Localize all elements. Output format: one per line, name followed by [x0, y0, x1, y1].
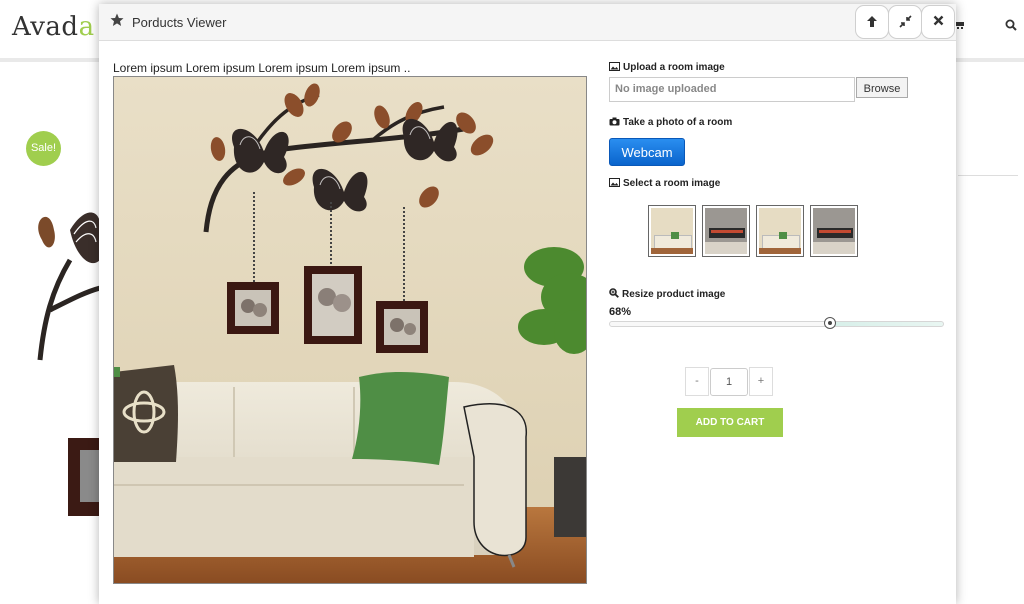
- move-up-button[interactable]: [855, 5, 889, 39]
- resize-slider-track[interactable]: [609, 321, 944, 327]
- resize-product-label: Resize product image: [609, 288, 725, 300]
- dialog-title: Porducts Viewer: [132, 15, 227, 30]
- add-to-cart-button[interactable]: ADD TO CART: [677, 408, 783, 437]
- divider: [958, 175, 1018, 176]
- room-scene: [114, 77, 586, 583]
- minimize-button[interactable]: [888, 5, 922, 39]
- image-icon: [609, 62, 620, 71]
- camera-icon: [609, 117, 620, 126]
- image-icon: [609, 178, 620, 187]
- quantity-input[interactable]: 1: [710, 368, 748, 396]
- room-thumbnail-4[interactable]: [810, 205, 858, 257]
- cart-icon[interactable]: [955, 18, 965, 34]
- search-icon[interactable]: [1005, 18, 1017, 34]
- close-button[interactable]: [921, 5, 955, 39]
- compress-icon: [898, 15, 912, 28]
- resize-value: 68%: [609, 306, 632, 318]
- room-thumbnail-1[interactable]: [648, 205, 696, 257]
- close-icon: [933, 15, 943, 26]
- browse-button[interactable]: Browse: [856, 77, 908, 98]
- room-preview[interactable]: [113, 76, 587, 584]
- dialog-titlebar[interactable]: Porducts Viewer: [99, 4, 956, 41]
- take-photo-label: Take a photo of a room: [609, 117, 732, 128]
- quantity-increment-button[interactable]: +: [749, 367, 773, 396]
- arrow-up-icon: [867, 16, 877, 27]
- upload-room-label: Upload a room image: [609, 62, 725, 73]
- sale-badge: Sale!: [26, 131, 61, 166]
- star-icon: [110, 13, 124, 26]
- resize-slider-handle[interactable]: [824, 317, 836, 329]
- room-thumbnail-3[interactable]: [756, 205, 804, 257]
- background-product-image[interactable]: [30, 200, 100, 520]
- products-viewer-dialog: Porducts Viewer Lorem ipsum Lorem ipsum …: [99, 4, 956, 604]
- zoom-icon: [609, 288, 619, 298]
- quantity-decrement-button[interactable]: -: [685, 367, 709, 396]
- select-room-label: Select a room image: [609, 178, 720, 189]
- product-caption: Lorem ipsum Lorem ipsum Lorem ipsum Lore…: [113, 61, 411, 75]
- upload-file-field[interactable]: No image uploaded: [609, 77, 855, 102]
- webcam-button[interactable]: Webcam: [609, 138, 685, 166]
- room-thumbnail-2[interactable]: [702, 205, 750, 257]
